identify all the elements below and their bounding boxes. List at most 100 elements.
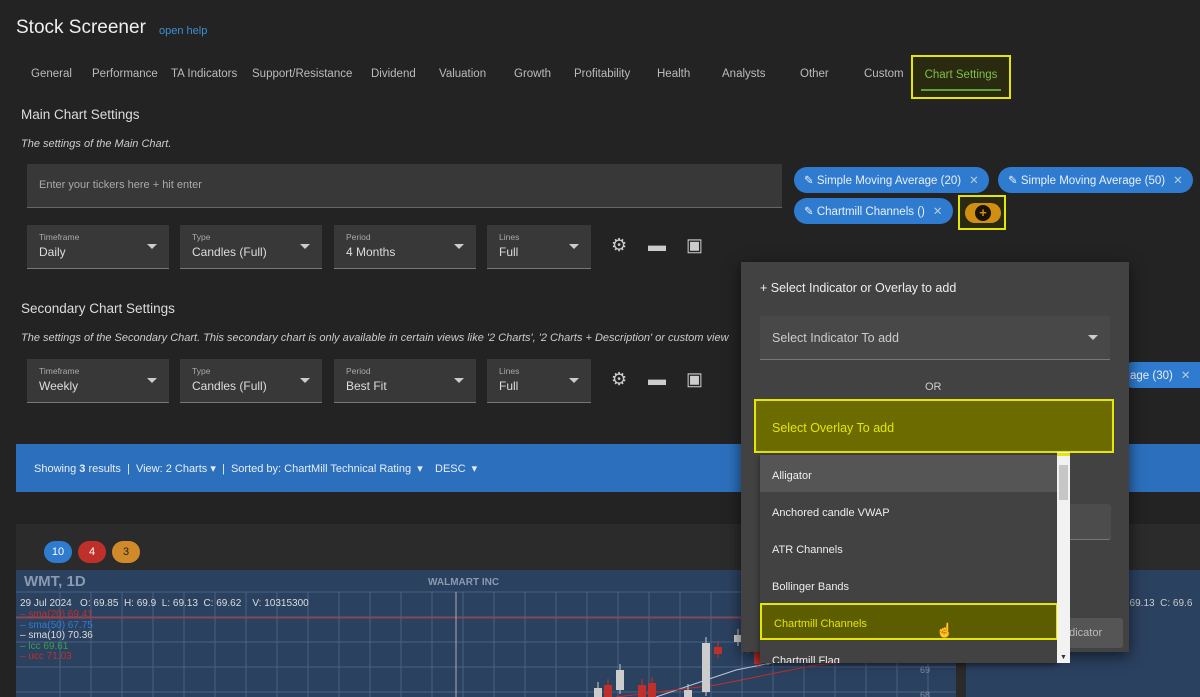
view-label: View: 2 Charts xyxy=(135,463,208,475)
legend-text: sma(10) 70.36 xyxy=(28,630,93,641)
caret-down-icon xyxy=(1088,335,1098,340)
add-overlay-button[interactable]: + xyxy=(958,195,1006,230)
caret-down-icon xyxy=(569,378,579,383)
main-select-period[interactable]: Period 4 Months xyxy=(334,225,476,269)
ticker-input[interactable]: Enter your tickers here + hit enter xyxy=(27,164,782,208)
app-title: Stock Screener xyxy=(16,17,146,38)
chip-label: Chartmill Channels () xyxy=(816,206,925,218)
select-label: Timeframe xyxy=(39,232,80,242)
view-dropdown[interactable]: View: 2 Charts ▾ xyxy=(136,463,216,475)
option-item[interactable]: Bollinger Bands xyxy=(760,566,1058,603)
pencil-icon[interactable]: ✎ xyxy=(804,206,814,218)
sort-dropdown[interactable]: Sorted by: ChartMill Technical Rating ▾ xyxy=(231,463,423,475)
tab-item[interactable]: Dividend xyxy=(371,68,416,80)
overlay-select[interactable]: Select Overlay To add xyxy=(754,399,1114,453)
select-value: 4 Months xyxy=(346,245,396,259)
tab-item[interactable]: Performance xyxy=(92,68,158,80)
legend-text: lcc 69.61 xyxy=(28,640,69,652)
chip-sma-30[interactable]: age (30) ✕ xyxy=(1120,362,1200,388)
secondary-select-type[interactable]: Type Candles (Full) xyxy=(180,359,322,403)
candle xyxy=(702,643,710,692)
open-help-link[interactable]: open help xyxy=(159,25,207,37)
tab-label: Chart Settings xyxy=(924,69,998,81)
main-select-lines[interactable]: Lines Full xyxy=(487,225,591,269)
select-value: Weekly xyxy=(39,379,79,393)
close-icon[interactable]: ✕ xyxy=(969,175,979,187)
close-icon[interactable]: ✕ xyxy=(1181,370,1191,382)
option-item[interactable]: Anchored candle VWAP xyxy=(760,492,1058,529)
pencil-icon[interactable]: ✎ xyxy=(1008,175,1018,187)
chip-chartmill-channels[interactable]: ✎ Chartmill Channels () ✕ xyxy=(794,198,953,224)
tab-item[interactable]: Valuation xyxy=(439,68,486,80)
caret-down-icon xyxy=(300,378,310,383)
rating-badge: 3 xyxy=(112,541,140,563)
select-value: Select Indicator To add xyxy=(772,331,899,345)
select-label: Lines xyxy=(499,232,520,242)
folder-icon[interactable]: ▬ xyxy=(648,235,666,256)
option-item[interactable]: Chartmill Flag xyxy=(760,640,1058,663)
chip-sma-50[interactable]: ✎ Simple Moving Average (50) ✕ xyxy=(998,167,1193,193)
tab-item[interactable]: Other xyxy=(800,68,829,80)
close-icon[interactable]: ✕ xyxy=(1173,175,1183,187)
tab-item[interactable]: Analysts xyxy=(722,68,765,80)
option-item[interactable]: ATR Channels xyxy=(760,529,1058,566)
candle xyxy=(648,683,656,697)
legend-text: sma(20) 69.41 xyxy=(28,609,93,620)
gear-icon[interactable]: ⚙ xyxy=(611,235,627,256)
rating-badge: 4 xyxy=(78,541,106,563)
tab-item[interactable]: Growth xyxy=(514,68,551,80)
close-icon[interactable]: ✕ xyxy=(933,206,943,218)
secondary-select-lines[interactable]: Lines Full xyxy=(487,359,591,403)
chip-label: age (30) xyxy=(1130,370,1173,382)
y-tick: 69 xyxy=(920,665,931,675)
main-select-timeframe[interactable]: Timeframe Daily xyxy=(27,225,169,269)
chip-sma-20[interactable]: ✎ Simple Moving Average (20) ✕ xyxy=(794,167,989,193)
caret-down-icon xyxy=(454,378,464,383)
pencil-icon[interactable]: ✎ xyxy=(804,175,814,187)
tab-item[interactable]: TA Indicators xyxy=(171,68,237,80)
tab-item[interactable]: Health xyxy=(657,68,690,80)
select-label: Type xyxy=(192,366,211,376)
secondary-select-period[interactable]: Period Best Fit xyxy=(334,359,476,403)
tab-chart-settings[interactable]: Chart Settings xyxy=(911,55,1011,99)
tab-item[interactable]: Custom xyxy=(864,68,904,80)
tab-item[interactable]: General xyxy=(31,68,72,80)
scroll-top-marker xyxy=(1057,453,1070,456)
select-label: Lines xyxy=(499,366,520,376)
sort-label: Sorted by: ChartMill Technical Rating xyxy=(230,463,412,475)
caret-down-icon xyxy=(147,244,157,249)
select-value: Candles (Full) xyxy=(192,245,267,259)
chart-ohlc: 29 Jul 2024 O: 69.85 H: 69.9 L: 69.13 C:… xyxy=(20,598,309,609)
overlay-options-list: Alligator Anchored candle VWAP ATR Channel… xyxy=(760,455,1058,663)
tab-item[interactable]: Support/Resistance xyxy=(252,68,352,80)
main-select-type[interactable]: Type Candles (Full) xyxy=(180,225,322,269)
legend-text: ucc 71.03 xyxy=(28,651,72,662)
select-value: Best Fit xyxy=(346,379,387,393)
chip-label: Simple Moving Average (20) xyxy=(816,175,962,187)
order-label: DESC xyxy=(435,463,466,475)
chart-symbol: WMT, 1D xyxy=(24,573,86,590)
candle xyxy=(684,690,692,697)
scroll-down-arrow-icon[interactable]: ▼ xyxy=(1060,654,1067,661)
select-label: Period xyxy=(346,232,371,242)
scrollbar[interactable]: ▼ xyxy=(1057,452,1070,663)
caret-down-icon xyxy=(300,244,310,249)
results-prefix: Showing xyxy=(34,463,80,475)
chip-label: Simple Moving Average (50) xyxy=(1020,175,1166,187)
candle xyxy=(714,647,722,654)
option-item[interactable]: Chartmill Channels xyxy=(760,603,1058,640)
gear-icon[interactable]: ⚙ xyxy=(611,369,627,390)
folder-icon[interactable]: ▬ xyxy=(648,369,666,390)
option-item[interactable]: Alligator xyxy=(760,455,1058,492)
indicator-select[interactable]: Select Indicator To add xyxy=(760,316,1110,360)
legend-item: – ucc 71.03 xyxy=(20,651,72,662)
candle xyxy=(594,688,602,697)
scrollbar-thumb[interactable] xyxy=(1059,465,1068,500)
order-dropdown[interactable]: DESC ▾ xyxy=(435,463,477,475)
save-icon[interactable]: ▣ xyxy=(686,369,703,390)
rating-badge: 10 xyxy=(44,541,72,563)
caret-down-icon xyxy=(569,244,579,249)
secondary-select-timeframe[interactable]: Timeframe Weekly xyxy=(27,359,169,403)
tab-item[interactable]: Profitability xyxy=(574,68,630,80)
save-icon[interactable]: ▣ xyxy=(686,235,703,256)
